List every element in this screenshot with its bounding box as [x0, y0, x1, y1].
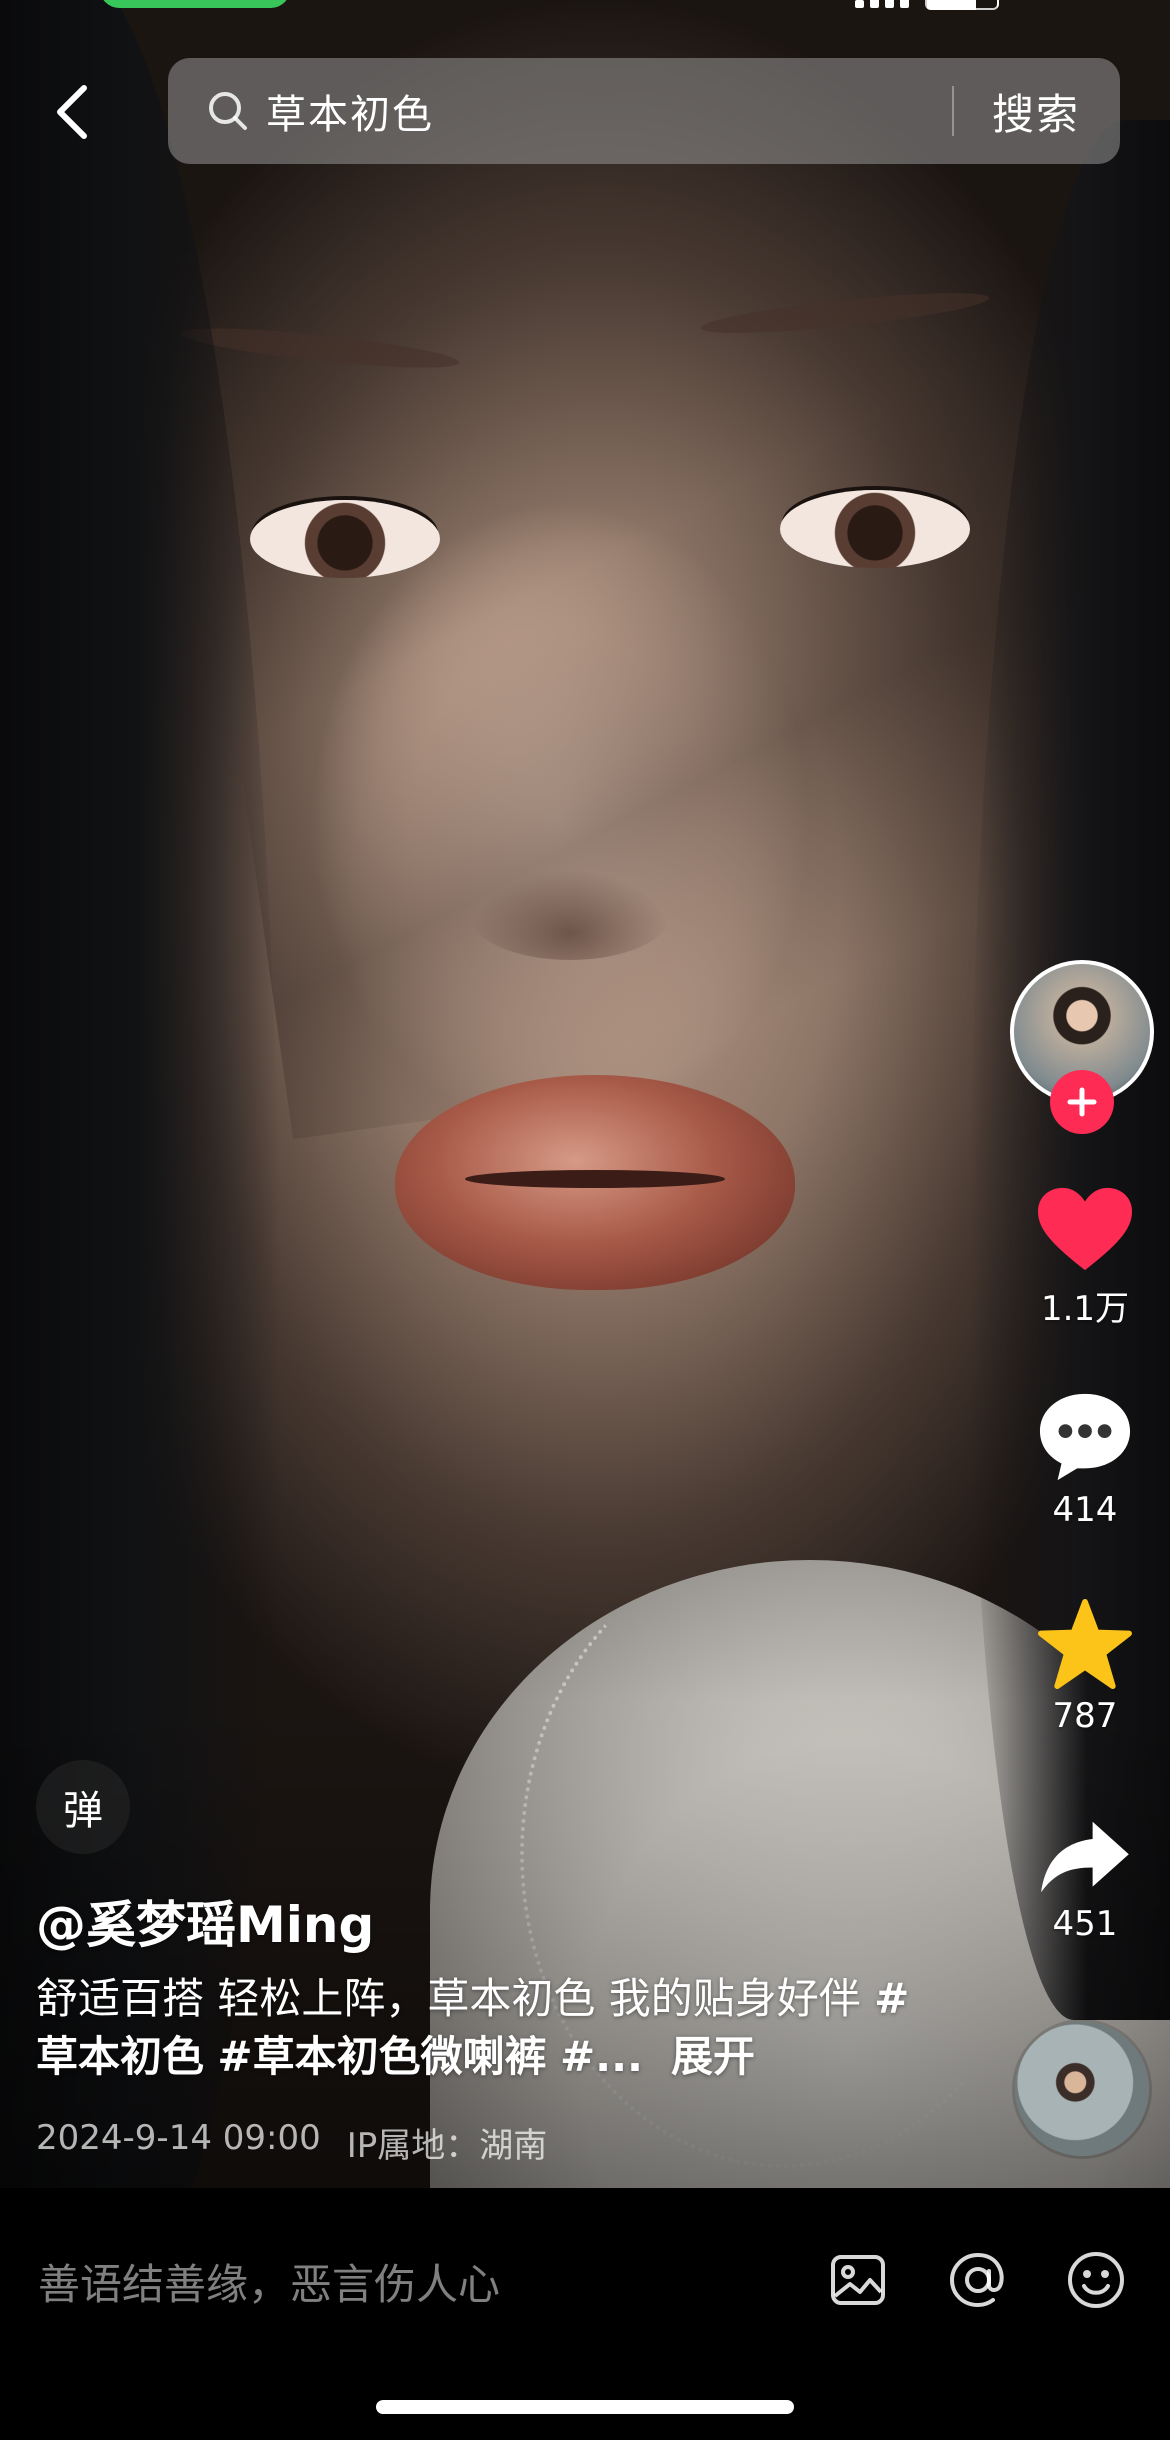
signal-icon [855, 0, 909, 8]
like-count: 1.1万 [1040, 1289, 1130, 1329]
favorite-button[interactable]: 787 [1020, 1598, 1150, 1736]
video-meta: 2024-9-14 09:00 IP属地：湖南 [36, 2118, 547, 2167]
star-icon [1038, 1598, 1132, 1690]
search-icon [206, 89, 250, 133]
video-lips [395, 1075, 795, 1290]
hashtag-link[interactable]: #草本初色微喇裤 [217, 2032, 546, 2081]
follow-button[interactable] [1050, 1070, 1114, 1134]
ip-location: IP属地：湖南 [346, 2126, 548, 2166]
emoji-button[interactable] [1060, 2244, 1132, 2316]
caption-text: 舒适百搭 轻松上阵，草本初色 我的贴身好伴 [36, 1974, 875, 2023]
call-status-pill [100, 0, 290, 8]
video-player[interactable] [0, 0, 1170, 2188]
mention-button[interactable] [942, 2244, 1014, 2316]
home-indicator[interactable] [376, 2400, 794, 2414]
heart-icon [1037, 1187, 1133, 1271]
share-arrow-icon [1041, 1821, 1129, 1893]
video-nose [470, 870, 670, 960]
search-query[interactable]: 草本初色 [266, 82, 952, 140]
video-eye-left [250, 500, 440, 578]
chevron-left-icon [57, 85, 87, 139]
comment-count: 414 [1052, 1490, 1118, 1530]
comment-bar [0, 2188, 1170, 2440]
author-avatar-group[interactable] [1010, 960, 1154, 1134]
search-button[interactable]: 搜索 [954, 81, 1120, 142]
danmaku-toggle[interactable]: 弹 [36, 1760, 130, 1854]
post-datetime: 2024-9-14 09:00 [36, 2118, 321, 2158]
expand-caption-button[interactable]: 展开 [671, 2032, 755, 2081]
chat-bubble-icon [1039, 1393, 1131, 1481]
danmaku-label: 弹 [63, 1788, 103, 1834]
emoji-icon [1068, 2252, 1124, 2308]
search-bar[interactable]: 草本初色 搜索 [168, 58, 1120, 164]
video-caption: 舒适百搭 轻松上阵，草本初色 我的贴身好伴 #草本初色 #草本初色微喇裤 #..… [36, 1970, 916, 2086]
battery-icon [925, 0, 999, 10]
video-eye-right [780, 490, 970, 568]
plus-icon [1067, 1087, 1097, 1117]
favorite-count: 787 [1052, 1696, 1118, 1736]
image-icon [831, 2255, 885, 2305]
share-button[interactable]: 451 [1020, 1818, 1150, 1944]
share-count: 451 [1052, 1904, 1118, 1944]
at-icon [949, 2252, 1004, 2308]
like-button[interactable]: 1.1万 [1020, 1185, 1150, 1330]
hashtag-link[interactable]: #... [560, 2032, 643, 2081]
video-brow-left [179, 320, 461, 376]
image-button[interactable] [822, 2244, 894, 2316]
comment-button[interactable]: 414 [1020, 1390, 1150, 1530]
status-bar-right [855, 0, 999, 10]
video-screen: 草本初色 搜索 1.1万 414 787 451 弹 @奚梦瑶Ming 舒适百搭… [0, 0, 1170, 2440]
comment-input[interactable] [36, 2248, 800, 2320]
back-button[interactable] [40, 80, 104, 144]
music-disc[interactable] [1015, 2022, 1149, 2156]
author-name[interactable]: @奚梦瑶Ming [36, 1885, 374, 1957]
video-brow-right [699, 284, 991, 342]
